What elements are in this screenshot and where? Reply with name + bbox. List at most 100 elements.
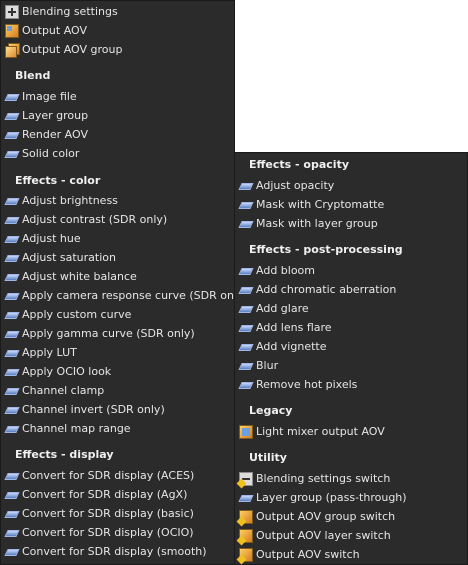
menu-item-label: Blur xyxy=(256,359,279,372)
menu-item-label: Convert for SDR display (smooth) xyxy=(22,545,207,558)
menu-item-convert-sdr-basic[interactable]: Convert for SDR display (basic) xyxy=(1,504,234,523)
layer-icon xyxy=(5,384,19,398)
menu-item-apply-lut[interactable]: Apply LUT xyxy=(1,343,234,362)
layer-icon xyxy=(5,403,19,417)
menu-item-channel-clamp[interactable]: Channel clamp xyxy=(1,381,234,400)
menu-item-adjust-hue[interactable]: Adjust hue xyxy=(1,229,234,248)
menu-item-label: Output AOV group xyxy=(22,43,123,56)
menu-item-label: Adjust contrast (SDR only) xyxy=(22,213,168,226)
menu-item-label: Adjust saturation xyxy=(22,251,116,264)
menu-item-label: Add chromatic aberration xyxy=(256,283,397,296)
menu-item-add-lens-flare[interactable]: Add lens flare xyxy=(235,318,467,337)
layer-icon xyxy=(5,251,19,265)
menu-item-add-glare[interactable]: Add glare xyxy=(235,299,467,318)
section-header-effects-opacity: Effects - opacity xyxy=(249,158,350,171)
layer-icon xyxy=(5,545,19,559)
section-header-blend: Blend xyxy=(15,69,51,82)
menu-item-convert-sdr-aces[interactable]: Convert for SDR display (ACES) xyxy=(1,466,234,485)
layer-icon xyxy=(239,264,253,278)
menu-item-apply-camera-response-curve[interactable]: Apply camera response curve (SDR only) xyxy=(1,286,248,305)
menu-item-label: Adjust brightness xyxy=(22,194,118,207)
menu-item-label: Blending settings xyxy=(22,5,118,18)
menu-item-adjust-brightness[interactable]: Adjust brightness xyxy=(1,191,234,210)
switch-icon xyxy=(239,471,253,486)
layer-icon xyxy=(5,308,19,322)
menu-item-output-aov-group-switch[interactable]: Output AOV group switch xyxy=(235,507,467,526)
menu-item-adjust-saturation[interactable]: Adjust saturation xyxy=(1,248,234,267)
menu-item-label: Apply custom curve xyxy=(22,308,132,321)
menu-item-label: Layer group xyxy=(22,109,89,122)
plus-icon xyxy=(5,4,19,19)
menu-item-blending-settings-switch[interactable]: Blending settings switch xyxy=(235,469,467,488)
menu-item-convert-sdr-smooth[interactable]: Convert for SDR display (smooth) xyxy=(1,542,234,561)
layer-icon xyxy=(5,507,19,521)
menu-item-label: Light mixer output AOV xyxy=(256,425,385,438)
menu-item-output-aov-switch[interactable]: Output AOV switch xyxy=(235,545,467,564)
menu-item-adjust-contrast[interactable]: Adjust contrast (SDR only) xyxy=(1,210,234,229)
menu-item-add-vignette[interactable]: Add vignette xyxy=(235,337,467,356)
menu-item-layer-group[interactable]: Layer group xyxy=(1,106,234,125)
section-header-effects-display: Effects - display xyxy=(15,448,114,461)
layer-icon xyxy=(5,365,19,379)
menu-item-output-aov[interactable]: Output AOV xyxy=(1,21,234,40)
menu-item-label: Blending settings switch xyxy=(256,472,391,485)
menu-item-output-aov-layer-switch[interactable]: Output AOV layer switch xyxy=(235,526,467,545)
menu-item-label: Channel clamp xyxy=(22,384,105,397)
left-menu-panel: Blending settings Output AOV Output AOV … xyxy=(0,0,248,565)
menu-item-light-mixer-output-aov[interactable]: Light mixer output AOV xyxy=(235,422,467,441)
menu-item-adjust-opacity[interactable]: Adjust opacity xyxy=(235,176,467,195)
layer-icon xyxy=(239,283,253,297)
menu-item-apply-ocio-look[interactable]: Apply OCIO look xyxy=(1,362,234,381)
menu-item-label: Mask with layer group xyxy=(256,217,378,230)
menu-item-label: Add lens flare xyxy=(256,321,332,334)
menu-item-image-file[interactable]: Image file xyxy=(1,87,234,106)
section-header-utility: Utility xyxy=(249,451,287,464)
menu-item-convert-sdr-ocio[interactable]: Convert for SDR display (OCIO) xyxy=(1,523,234,542)
layer-icon xyxy=(239,302,253,316)
menu-item-add-chromatic-aberration[interactable]: Add chromatic aberration xyxy=(235,280,467,299)
layer-icon xyxy=(239,198,253,212)
menu-item-label: Add glare xyxy=(256,302,309,315)
layer-icon xyxy=(5,147,19,161)
menu-item-apply-custom-curve[interactable]: Apply custom curve xyxy=(1,305,234,324)
menu-item-label: Channel map range xyxy=(22,422,131,435)
layer-icon xyxy=(5,422,19,436)
menu-item-label: Remove hot pixels xyxy=(256,378,358,391)
menu-item-label: Mask with Cryptomatte xyxy=(256,198,385,211)
layer-icon xyxy=(239,340,253,354)
menu-item-remove-hot-pixels[interactable]: Remove hot pixels xyxy=(235,375,467,394)
aov-switch-icon xyxy=(239,547,253,562)
menu-item-channel-invert[interactable]: Channel invert (SDR only) xyxy=(1,400,234,419)
layer-icon xyxy=(5,109,19,123)
layer-icon xyxy=(5,213,19,227)
menu-item-label: Adjust white balance xyxy=(22,270,137,283)
layer-icon xyxy=(5,270,19,284)
menu-item-channel-map-range[interactable]: Channel map range xyxy=(1,419,234,438)
menu-item-label: Apply OCIO look xyxy=(22,365,112,378)
aov-layer-switch-icon xyxy=(239,528,253,543)
menu-item-label: Adjust opacity xyxy=(256,179,335,192)
output-aov-icon xyxy=(5,23,19,38)
section-header-legacy: Legacy xyxy=(249,404,293,417)
menu-item-label: Convert for SDR display (ACES) xyxy=(22,469,195,482)
menu-item-output-aov-group[interactable]: Output AOV group xyxy=(1,40,234,59)
menu-item-layer-group-pass-through[interactable]: Layer group (pass-through) xyxy=(235,488,467,507)
menu-item-add-bloom[interactable]: Add bloom xyxy=(235,261,467,280)
menu-item-label: Apply camera response curve (SDR only) xyxy=(22,289,248,302)
menu-item-convert-sdr-agx[interactable]: Convert for SDR display (AgX) xyxy=(1,485,234,504)
menu-item-label: Add vignette xyxy=(256,340,327,353)
menu-item-label: Convert for SDR display (OCIO) xyxy=(22,526,194,539)
menu-item-label: Image file xyxy=(22,90,77,103)
menu-item-render-aov[interactable]: Render AOV xyxy=(1,125,234,144)
menu-item-label: Channel invert (SDR only) xyxy=(22,403,165,416)
layer-icon xyxy=(239,359,253,373)
menu-item-mask-layer-group[interactable]: Mask with layer group xyxy=(235,214,467,233)
menu-item-mask-cryptomatte[interactable]: Mask with Cryptomatte xyxy=(235,195,467,214)
menu-item-blur[interactable]: Blur xyxy=(235,356,467,375)
layer-icon xyxy=(5,289,19,303)
menu-item-solid-color[interactable]: Solid color xyxy=(1,144,234,163)
layer-icon xyxy=(5,469,19,483)
menu-item-apply-gamma-curve[interactable]: Apply gamma curve (SDR only) xyxy=(1,324,234,343)
menu-item-blending-settings[interactable]: Blending settings xyxy=(1,2,234,21)
menu-item-adjust-white-balance[interactable]: Adjust white balance xyxy=(1,267,234,286)
